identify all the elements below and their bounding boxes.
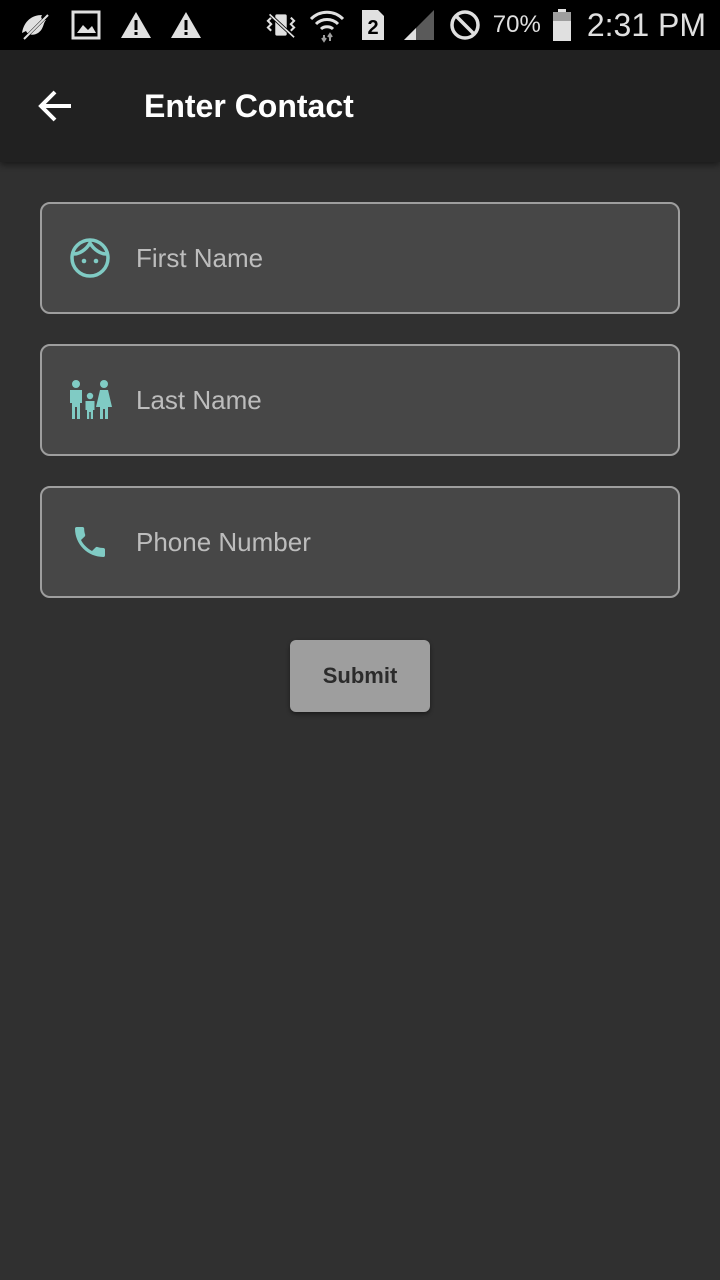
first-name-input[interactable] [136, 242, 678, 274]
last-name-field[interactable] [40, 344, 680, 456]
app-bar: Enter Contact [0, 50, 720, 162]
phone-number-field[interactable] [40, 486, 680, 598]
sim-2-icon: 2 [355, 7, 391, 43]
back-button[interactable] [28, 78, 84, 134]
signal-icon [401, 7, 437, 43]
blocked-icon [447, 7, 483, 43]
status-bar: 2 70% 2:31 PM [0, 0, 720, 50]
svg-text:2: 2 [367, 17, 378, 39]
bird-icon [18, 7, 54, 43]
notification-icons [18, 7, 204, 43]
family-icon [68, 378, 112, 422]
first-name-field[interactable] [40, 202, 680, 314]
phone-icon [68, 520, 112, 564]
last-name-input[interactable] [136, 384, 678, 416]
vibrate-mute-icon [263, 7, 299, 43]
battery-icon [551, 7, 573, 43]
warning-icon [118, 7, 154, 43]
page-title: Enter Contact [144, 87, 354, 124]
gallery-icon [68, 7, 104, 43]
submit-button[interactable]: Submit [290, 640, 430, 712]
clock: 2:31 PM [586, 6, 706, 43]
face-icon [68, 236, 112, 280]
system-icons: 2 70% 2:31 PM [263, 7, 706, 44]
phone-number-input[interactable] [136, 526, 678, 558]
wifi-icon [309, 7, 345, 43]
battery-percent: 70% [492, 11, 541, 38]
warning-icon [168, 7, 204, 43]
arrow-back-icon [38, 90, 71, 122]
contact-form [40, 202, 680, 628]
